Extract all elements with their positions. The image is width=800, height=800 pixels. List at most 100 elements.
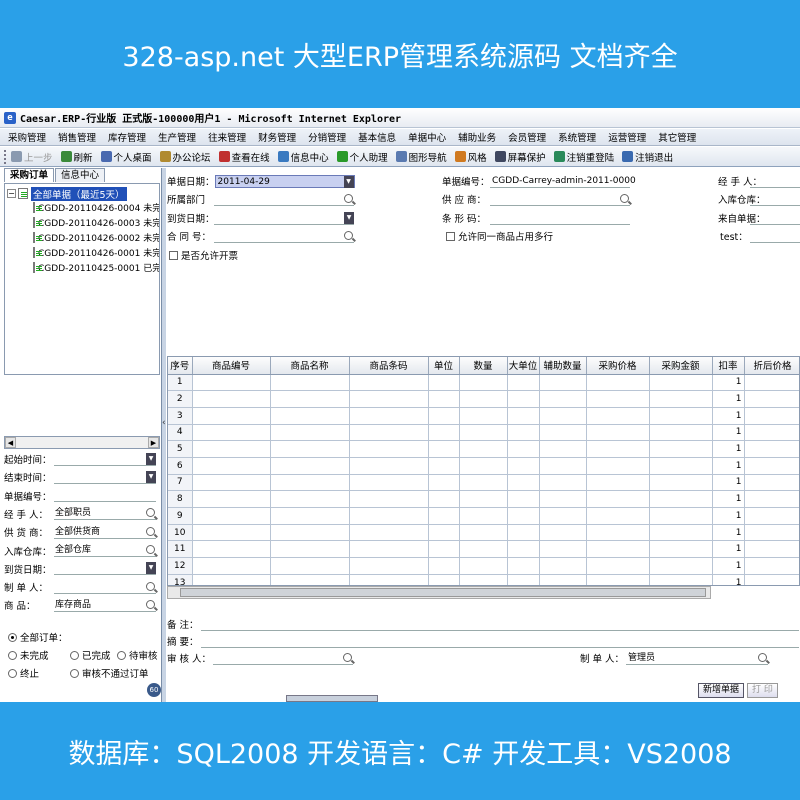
- grid-cell[interactable]: [270, 524, 350, 542]
- radio-option[interactable]: 全部订单：: [8, 630, 68, 644]
- floating-tab[interactable]: [286, 695, 378, 702]
- menu-item-0[interactable]: 采购管理: [8, 130, 46, 144]
- tab-purchase-order[interactable]: 采购订单: [4, 168, 55, 182]
- grid-cell[interactable]: [192, 474, 271, 492]
- discount-cell[interactable]: 1: [712, 424, 745, 442]
- grid-cell[interactable]: [270, 440, 350, 458]
- grid-cell[interactable]: [428, 557, 460, 575]
- radio-option[interactable]: 终止: [8, 666, 39, 680]
- grid-cell[interactable]: [507, 490, 540, 508]
- grid-cell[interactable]: [270, 424, 350, 442]
- grid-cell[interactable]: [586, 490, 650, 508]
- grid-cell[interactable]: [270, 407, 350, 425]
- grid-cell[interactable]: [539, 540, 587, 559]
- menu-item-11[interactable]: 系统管理: [558, 130, 596, 144]
- grid-cell[interactable]: [192, 524, 271, 542]
- filter-field[interactable]: 全部职员: [54, 507, 156, 521]
- tree-item[interactable]: CGDD-20110425-0001 已完成: [5, 260, 159, 275]
- menu-item-7[interactable]: 基本信息: [358, 130, 396, 144]
- dropdown-icon[interactable]: ▼: [344, 211, 354, 224]
- toolbar-button-10[interactable]: 注销重登陆: [553, 150, 614, 164]
- grid-cell[interactable]: [459, 374, 508, 392]
- grid-cell[interactable]: [539, 424, 587, 442]
- toolbar-button-6[interactable]: 个人助理: [336, 150, 388, 164]
- grid-cell[interactable]: [270, 557, 350, 575]
- grid-cell[interactable]: [649, 574, 713, 585]
- toolbar-button-2[interactable]: 个人桌面: [100, 150, 152, 164]
- print-button[interactable]: 打 印: [747, 683, 778, 698]
- grid-cell[interactable]: [270, 507, 350, 525]
- grid-cell[interactable]: [270, 574, 350, 585]
- search-icon[interactable]: [146, 545, 155, 554]
- radio-button[interactable]: [117, 650, 126, 660]
- grid-cell[interactable]: [507, 424, 540, 442]
- grid-cell[interactable]: [459, 440, 508, 458]
- grid-cell[interactable]: [744, 407, 799, 425]
- source-field[interactable]: [750, 212, 800, 225]
- grid-cell[interactable]: [649, 507, 713, 525]
- discount-cell[interactable]: 1: [712, 407, 745, 425]
- grid-cell[interactable]: [744, 574, 799, 585]
- grid-cell[interactable]: [349, 407, 429, 425]
- column-header[interactable]: 单位: [428, 357, 460, 375]
- search-icon[interactable]: [146, 508, 155, 518]
- invoice-checkbox[interactable]: [169, 250, 178, 260]
- search-icon[interactable]: [344, 193, 353, 203]
- discount-cell[interactable]: 1: [712, 557, 745, 575]
- column-header[interactable]: 商品编号: [192, 357, 271, 375]
- grid-cell[interactable]: [428, 440, 460, 458]
- table-row[interactable]: 10 1: [168, 524, 799, 542]
- table-row[interactable]: 12 1: [168, 557, 799, 575]
- column-header[interactable]: 辅助数量: [539, 357, 587, 375]
- grid-cell[interactable]: [192, 390, 271, 408]
- grid-cell[interactable]: [649, 390, 713, 408]
- grid-cell[interactable]: [349, 524, 429, 542]
- grid-cell[interactable]: [586, 457, 650, 475]
- table-row[interactable]: 11 1: [168, 540, 799, 559]
- grid-cell[interactable]: [539, 474, 587, 492]
- tab-info-center[interactable]: 信息中心: [55, 168, 106, 182]
- radio-button[interactable]: [8, 668, 17, 678]
- warehouse-field[interactable]: [750, 193, 800, 206]
- menu-item-1[interactable]: 销售管理: [58, 130, 96, 144]
- grid-cell[interactable]: [349, 540, 429, 559]
- grid-cell[interactable]: [586, 540, 650, 559]
- grid-cell[interactable]: [507, 474, 540, 492]
- filter-field[interactable]: 库存商品: [54, 599, 156, 612]
- table-row[interactable]: 13 1: [168, 574, 799, 585]
- grid-cell[interactable]: [507, 390, 540, 408]
- grid-cell[interactable]: [586, 524, 650, 542]
- docno-field[interactable]: CGDD-Carrey-admin-2011-0000: [490, 175, 636, 188]
- discount-cell[interactable]: 1: [712, 524, 745, 542]
- grid-cell[interactable]: [539, 574, 587, 585]
- discount-cell[interactable]: 1: [712, 474, 745, 492]
- grid-cell[interactable]: [192, 557, 271, 575]
- discount-cell[interactable]: 1: [712, 540, 745, 559]
- grid-cell[interactable]: [507, 524, 540, 542]
- toolbar-button-5[interactable]: 信息中心: [277, 150, 329, 164]
- filter-field[interactable]: ▼: [54, 470, 156, 484]
- grid-cell[interactable]: [192, 490, 271, 508]
- grid-cell[interactable]: [649, 440, 713, 458]
- menu-item-5[interactable]: 财务管理: [258, 130, 296, 144]
- grid-cell[interactable]: [507, 557, 540, 575]
- search-icon[interactable]: [146, 526, 155, 536]
- grid-cell[interactable]: [586, 424, 650, 442]
- filter-field[interactable]: [54, 581, 156, 594]
- grid-cell[interactable]: [744, 490, 799, 508]
- menu-item-8[interactable]: 单据中心: [408, 130, 446, 144]
- grid-cell[interactable]: [507, 507, 540, 525]
- grid-cell[interactable]: [349, 457, 429, 475]
- filter-field[interactable]: ▼: [54, 562, 156, 576]
- grid-cell[interactable]: [459, 407, 508, 425]
- grid-cell[interactable]: [586, 557, 650, 575]
- grid-cell[interactable]: [539, 440, 587, 458]
- search-icon[interactable]: [146, 599, 155, 609]
- grid-cell[interactable]: [459, 457, 508, 475]
- grid-cell[interactable]: [192, 374, 271, 392]
- grid-cell[interactable]: [744, 390, 799, 408]
- menu-item-13[interactable]: 其它管理: [658, 130, 696, 144]
- grid-cell[interactable]: [192, 407, 271, 425]
- grid-cell[interactable]: [428, 507, 460, 525]
- toolbar-button-4[interactable]: 查看在线: [218, 150, 270, 164]
